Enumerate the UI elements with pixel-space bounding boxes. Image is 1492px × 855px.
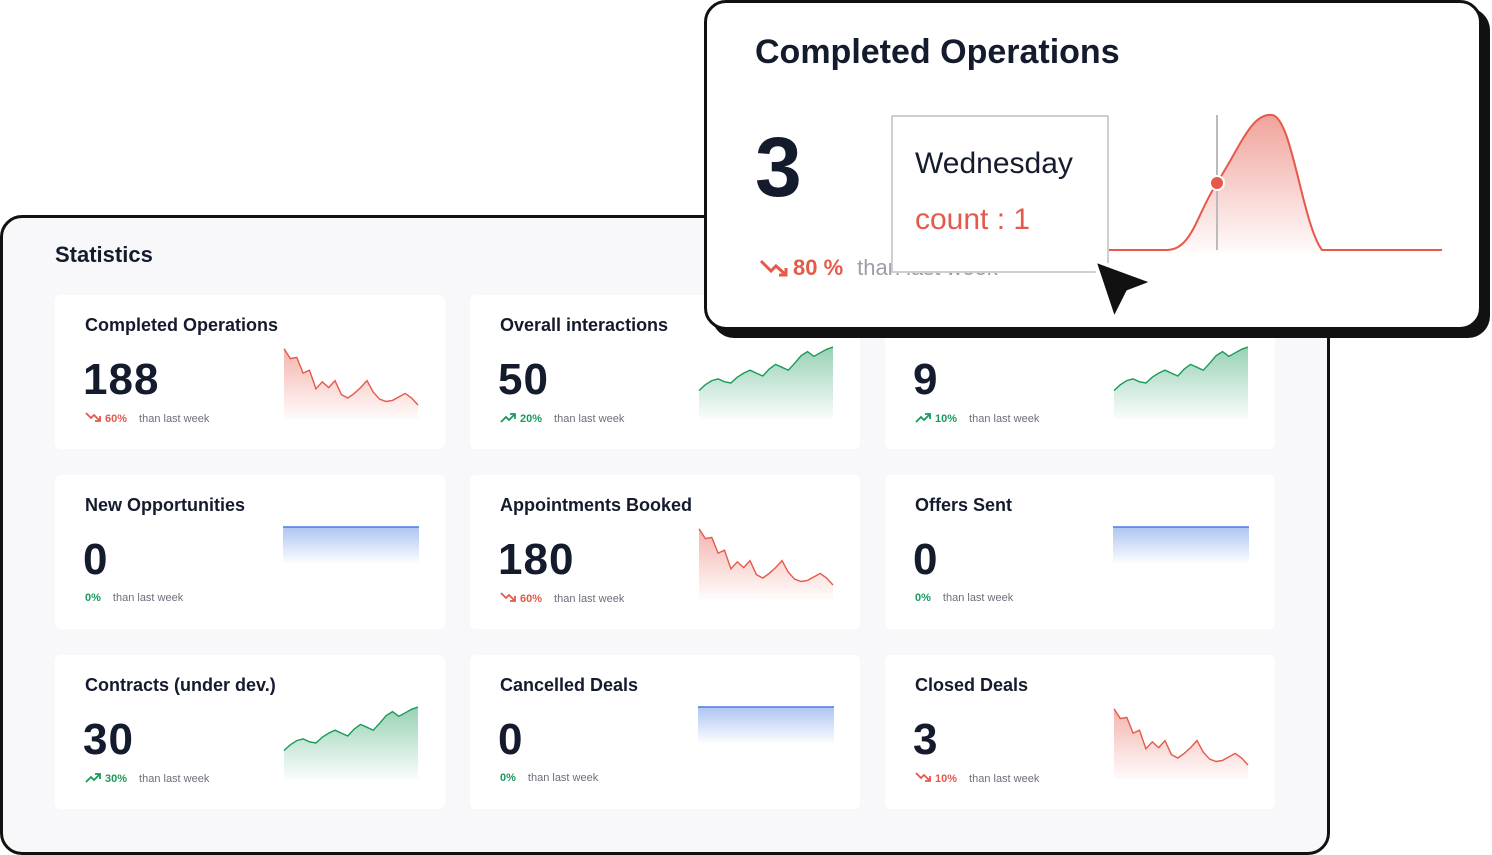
- popup-chart-point[interactable]: [1209, 175, 1225, 191]
- sparkline-chart[interactable]: [1113, 523, 1249, 599]
- pointer-cursor-icon: [1092, 258, 1156, 322]
- stat-card-trend-compare: than last week: [969, 413, 1040, 425]
- stat-card-trend: 10% than last week: [915, 412, 1039, 426]
- popup-chart[interactable]: [1102, 103, 1447, 263]
- stat-card-trend-compare: than last week: [112, 592, 184, 604]
- sparkline-area: [1113, 527, 1249, 563]
- trending-up-icon: [85, 772, 101, 786]
- stat-card-trend: 0% than last week: [85, 592, 183, 604]
- stat-card-value: 188: [83, 355, 160, 404]
- popup-chart-area: [1102, 114, 1442, 253]
- stat-card-title: Contracts (under dev.): [85, 675, 276, 695]
- stat-card[interactable]: Appointments Booked 180 60% than last week: [470, 475, 860, 629]
- sparkline-chart[interactable]: [698, 343, 834, 419]
- stat-card[interactable]: Completed Operations 188 60% than last week: [55, 295, 445, 449]
- stat-card-trend-percent: 0%: [915, 592, 931, 604]
- chart-tooltip: Wednesday count : 1: [891, 115, 1109, 273]
- stat-card-value: 30: [83, 715, 134, 764]
- sparkline-chart[interactable]: [283, 523, 419, 599]
- stat-card-title: Appointments Booked: [500, 495, 692, 515]
- stat-card[interactable]: Closed Deals 3 10% than last week: [885, 655, 1275, 809]
- stat-card-trend-percent: 30%: [105, 773, 128, 785]
- stat-card-trend-percent: 20%: [520, 413, 543, 425]
- stat-card-title: Completed Operations: [85, 315, 279, 335]
- sparkline-area: [284, 348, 418, 419]
- stat-card[interactable]: New Opportunities 0 0% than last week: [55, 475, 445, 629]
- trending-up-icon: [500, 412, 516, 426]
- sparkline-chart[interactable]: [1113, 703, 1249, 779]
- sparkline-chart[interactable]: [698, 523, 834, 599]
- stat-card-value: 0: [498, 715, 524, 764]
- stat-card-title: Overall interactions: [500, 315, 669, 335]
- stat-card-trend-compare: than last week: [139, 413, 210, 425]
- stat-card-trend: 20% than last week: [500, 412, 624, 426]
- tooltip-count: count : 1: [915, 203, 1031, 236]
- sparkline-area: [699, 347, 833, 419]
- stat-card-trend-percent: 0%: [500, 772, 516, 784]
- stat-card-value: 3: [913, 715, 939, 764]
- stat-card-value: 9: [913, 355, 939, 404]
- stat-card-trend-compare: than last week: [554, 413, 625, 425]
- trending-down-icon: [85, 412, 101, 426]
- stat-card-title: Closed Deals: [915, 675, 1029, 695]
- sparkline-area: [698, 707, 834, 743]
- stat-card-trend-compare: than last week: [139, 773, 210, 785]
- stat-card-trend: 10% than last week: [915, 772, 1039, 786]
- stat-card-value: 180: [498, 535, 575, 584]
- stat-card-trend-percent: 60%: [520, 593, 543, 605]
- stat-card-value: 0: [83, 535, 109, 584]
- stat-card-title: New Opportunities: [85, 495, 246, 515]
- sparkline-area: [283, 527, 419, 563]
- stat-card-title: Offers Sent: [915, 495, 1013, 515]
- sparkline-area: [1114, 347, 1248, 419]
- sparkline-chart[interactable]: [283, 703, 419, 779]
- stat-card[interactable]: Offers Sent 0 0% than last week: [885, 475, 1275, 629]
- sparkline-area: [699, 528, 833, 599]
- stat-card-trend-percent: 10%: [935, 773, 958, 785]
- popup-title: Completed Operations: [755, 33, 1120, 71]
- stat-card-trend: 60% than last week: [85, 412, 209, 426]
- sparkline-area: [1114, 708, 1248, 779]
- stat-card-trend: 0% than last week: [915, 592, 1013, 604]
- stat-card[interactable]: Cancelled Deals 0 0% than last week: [470, 655, 860, 809]
- sparkline-area: [284, 707, 418, 779]
- stat-card-trend-percent: 60%: [105, 413, 128, 425]
- stat-card-trend-percent: 10%: [935, 413, 958, 425]
- stat-card-trend: 30% than last week: [85, 772, 209, 786]
- sparkline-chart[interactable]: [698, 703, 834, 779]
- popup-value: 3: [755, 120, 802, 214]
- stat-card-value: 0: [913, 535, 939, 584]
- stat-card-trend: 0% than last week: [500, 772, 598, 784]
- stat-card-trend-compare: than last week: [554, 593, 625, 605]
- stat-card-title: Cancelled Deals: [500, 675, 639, 695]
- trending-down-icon: [500, 592, 516, 606]
- statistics-title: Statistics: [55, 242, 153, 267]
- stat-card-trend-compare: than last week: [969, 773, 1040, 785]
- trending-down-icon: [759, 259, 788, 277]
- trending-up-icon: [915, 412, 931, 426]
- stat-card-trend: 60% than last week: [500, 592, 624, 606]
- stat-card-value: 50: [498, 355, 549, 404]
- sparkline-chart[interactable]: [283, 343, 419, 419]
- tooltip-day: Wednesday: [915, 147, 1073, 180]
- stat-card-trend-compare: than last week: [942, 592, 1014, 604]
- stat-card[interactable]: Contracts (under dev.) 30 30% than last wee…: [55, 655, 445, 809]
- popup-trend-percent: 80 %: [793, 255, 844, 280]
- stat-card-trend-percent: 0%: [85, 592, 101, 604]
- trending-down-icon: [915, 772, 931, 786]
- sparkline-chart[interactable]: [1113, 343, 1249, 419]
- stat-card-trend-compare: than last week: [527, 772, 599, 784]
